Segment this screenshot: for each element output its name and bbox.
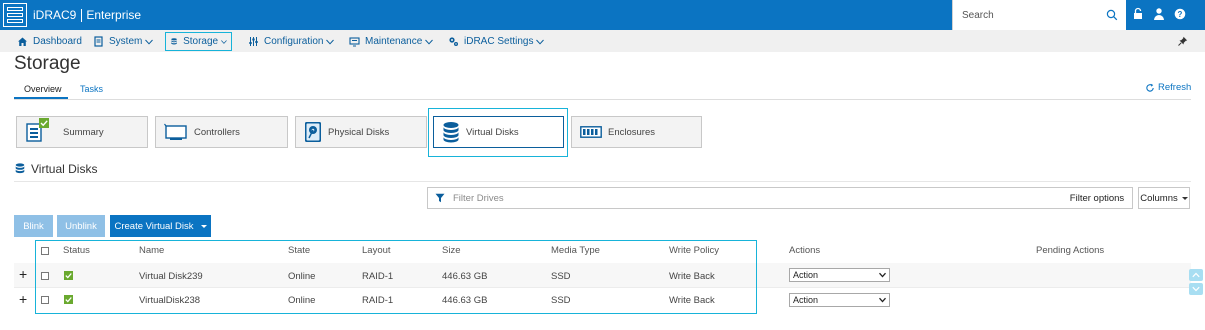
chevron-down-icon (145, 39, 154, 45)
expand-row-icon[interactable]: + (19, 267, 27, 281)
chevron-down-icon (1192, 286, 1200, 292)
controller-icon (164, 122, 188, 142)
create-virtual-disk-button[interactable]: Create Virtual Disk (110, 215, 211, 237)
section-divider (14, 181, 1191, 182)
tab-overview[interactable]: Overview (24, 84, 62, 98)
summary-icon (25, 118, 49, 143)
col-pending-actions: Pending Actions (1036, 245, 1105, 256)
nav-idrac-settings-label: iDRAC Settings (464, 36, 534, 47)
tab-tasks[interactable]: Tasks (80, 84, 103, 98)
physical-disk-icon (304, 121, 322, 143)
user-icon[interactable] (1153, 7, 1165, 21)
chevron-down-icon (326, 39, 335, 45)
scroll-up-button[interactable] (1189, 269, 1203, 281)
gears-icon (449, 37, 458, 46)
monitor-icon (349, 37, 360, 47)
nav-system[interactable]: System (89, 32, 157, 51)
chevron-down-icon (425, 39, 434, 45)
sliders-icon (249, 37, 258, 46)
card-enclosures-label: Enclosures (608, 126, 655, 138)
database-icon (171, 38, 177, 45)
card-physical-disks[interactable]: Physical Disks (295, 116, 427, 148)
nav-dashboard-label: Dashboard (33, 36, 82, 47)
action-select[interactable]: Action (789, 268, 890, 282)
nav-maintenance-label: Maintenance (365, 36, 423, 47)
table-selection-highlight (35, 240, 757, 314)
unlock-icon[interactable] (1132, 7, 1144, 21)
chevron-down-icon (536, 39, 545, 45)
action-select-value: Action (793, 295, 819, 305)
action-select-value: Action (793, 270, 819, 280)
filter-options-button[interactable]: Filter options (1062, 187, 1133, 209)
home-icon (18, 37, 27, 46)
nav-system-label: System (109, 36, 143, 47)
card-virtual-disks[interactable]: Virtual Disks (433, 116, 564, 148)
card-summary[interactable]: Summary (16, 116, 148, 148)
brand[interactable]: iDRAC9 Enterprise (3, 2, 141, 28)
card-controllers-label: Controllers (194, 126, 240, 138)
nav-dashboard[interactable]: Dashboard (13, 32, 86, 51)
chevron-down-icon (221, 39, 227, 44)
card-virtual-disks-label: Virtual Disks (466, 126, 519, 138)
search-icon[interactable] (1106, 9, 1118, 21)
caret-down-icon (200, 224, 207, 228)
search-input[interactable] (962, 9, 1102, 21)
card-summary-label: Summary (63, 126, 104, 138)
chevron-up-icon (1192, 272, 1200, 278)
search-box (952, 0, 1126, 30)
database-icon (15, 163, 25, 174)
svg-text:?: ? (1178, 10, 1183, 19)
enclosure-icon (580, 126, 602, 138)
action-select[interactable]: Action (789, 293, 890, 307)
expand-row-icon[interactable]: + (19, 292, 27, 306)
idrac-logo-icon (3, 3, 27, 27)
main-nav: Dashboard System Storage Configuration M… (0, 30, 1205, 52)
caret-down-icon (1181, 196, 1188, 200)
card-physical-disks-label: Physical Disks (328, 126, 390, 138)
refresh-link[interactable]: Refresh (1145, 82, 1191, 93)
page-title: Storage (14, 53, 81, 74)
unblink-button[interactable]: Unblink (57, 215, 105, 237)
pin-icon[interactable] (1178, 36, 1188, 46)
col-actions: Actions (789, 245, 821, 256)
nav-storage-label: Storage (183, 36, 219, 47)
nav-maintenance[interactable]: Maintenance (345, 32, 437, 51)
brand-divider (81, 8, 83, 22)
section-title-label: Virtual Disks (31, 162, 98, 176)
create-virtual-disk-label: Create Virtual Disk (114, 220, 194, 232)
nav-idrac-settings[interactable]: iDRAC Settings (444, 32, 548, 51)
card-enclosures[interactable]: Enclosures (571, 116, 702, 148)
scroll-down-button[interactable] (1189, 283, 1203, 295)
server-icon (94, 36, 103, 47)
nav-configuration-label: Configuration (264, 36, 324, 47)
filter-icon (435, 193, 445, 203)
app-edition: Enterprise (86, 8, 142, 22)
nav-storage[interactable]: Storage (165, 32, 232, 51)
columns-dropdown[interactable]: Columns (1138, 187, 1190, 209)
chevron-down-icon (879, 297, 886, 303)
columns-label: Columns (1140, 192, 1178, 204)
filter-drives-input[interactable] (453, 192, 1132, 204)
filter-bar (427, 187, 1133, 209)
section-title: Virtual Disks (15, 162, 97, 176)
check-icon (39, 118, 49, 128)
help-icon[interactable]: ? (1174, 7, 1186, 21)
nav-configuration[interactable]: Configuration (244, 32, 338, 51)
blink-button[interactable]: Blink (14, 215, 53, 237)
header-utilities: ? (1132, 7, 1186, 21)
refresh-icon (1146, 83, 1154, 92)
app-title: iDRAC9 (33, 8, 77, 22)
chevron-down-icon (879, 272, 886, 278)
top-banner: iDRAC9 Enterprise ? (0, 0, 1205, 30)
virtual-disk-icon (442, 121, 460, 143)
card-controllers[interactable]: Controllers (155, 116, 288, 148)
tab-divider (14, 99, 1191, 100)
refresh-label: Refresh (1158, 82, 1192, 93)
